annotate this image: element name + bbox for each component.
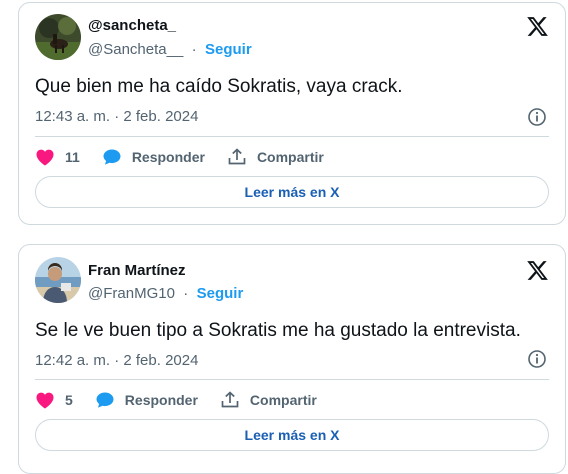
handle-row: @FranMG10 · Seguir — [88, 285, 243, 302]
like-count: 11 — [65, 149, 80, 165]
heart-icon — [36, 149, 54, 166]
tweet-card[interactable]: @sancheta_ @Sancheta__ · Seguir Que bien… — [18, 2, 566, 225]
share-button[interactable]: Compartir — [227, 147, 324, 167]
display-name[interactable]: Fran Martínez — [88, 262, 186, 279]
heart-icon — [36, 392, 54, 409]
follow-button[interactable]: Seguir — [205, 41, 252, 58]
timestamp[interactable]: 12:43 a. m. · 2 feb. 2024 — [35, 108, 198, 125]
handle-row: @Sancheta__ · Seguir — [88, 41, 252, 58]
read-more-button[interactable]: Leer más en X — [35, 176, 549, 208]
reply-label: Responder — [131, 149, 205, 165]
read-more-button[interactable]: Leer más en X — [35, 419, 549, 451]
follow-button[interactable]: Seguir — [197, 285, 244, 302]
avatar[interactable] — [35, 257, 81, 303]
action-bar: 11 Responder Compartir — [35, 146, 346, 168]
reply-label: Responder — [124, 392, 198, 408]
share-button[interactable]: Compartir — [220, 390, 317, 410]
display-name[interactable]: @sancheta_ — [88, 17, 176, 34]
user-handle[interactable]: @Sancheta__ — [88, 41, 183, 58]
reply-bubble-icon — [103, 149, 121, 165]
separator: · — [187, 41, 201, 58]
reply-button[interactable]: Responder — [102, 147, 205, 167]
reply-bubble-icon — [96, 392, 114, 408]
info-icon[interactable] — [527, 107, 547, 127]
x-logo-icon[interactable] — [526, 259, 549, 282]
like-button[interactable]: 11 — [35, 148, 80, 166]
reply-button[interactable]: Responder — [95, 390, 198, 410]
share-label: Compartir — [256, 149, 324, 165]
divider — [35, 136, 549, 137]
tweet-text: Que bien me ha caído Sokratis, vaya crac… — [35, 76, 403, 97]
x-logo-icon[interactable] — [526, 15, 549, 38]
info-icon[interactable] — [527, 349, 547, 369]
avatar[interactable] — [35, 14, 81, 60]
tweet-card[interactable]: Fran Martínez @FranMG10 · Seguir Se le v… — [18, 244, 566, 474]
share-icon — [228, 148, 246, 165]
timestamp[interactable]: 12:42 a. m. · 2 feb. 2024 — [35, 352, 198, 369]
like-count: 5 — [65, 392, 73, 408]
share-label: Compartir — [249, 392, 317, 408]
action-bar: 5 Responder Compartir — [35, 389, 339, 411]
share-icon — [221, 391, 239, 408]
like-button[interactable]: 5 — [35, 391, 73, 409]
tweet-text: Se le ve buen tipo a Sokratis me ha gust… — [35, 320, 521, 341]
user-handle[interactable]: @FranMG10 — [88, 285, 175, 302]
separator: · — [179, 285, 193, 302]
divider — [35, 379, 549, 380]
